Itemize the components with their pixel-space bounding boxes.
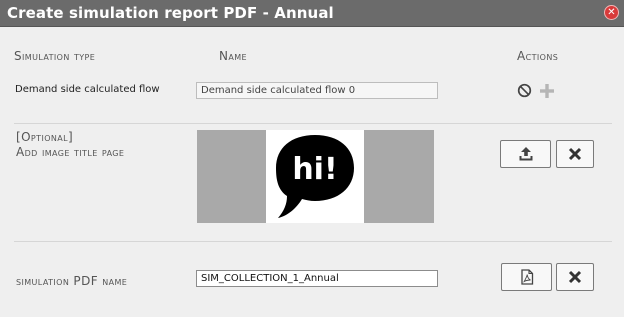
speech-bubble-image: hi! — [276, 135, 354, 218]
file-pdf-icon — [520, 269, 533, 285]
add-image-label: Add image title page — [16, 145, 125, 159]
generate-pdf-button[interactable] — [501, 263, 552, 291]
close-icon: ✕ — [607, 6, 616, 18]
upload-image-button[interactable] — [500, 140, 551, 168]
upload-icon — [519, 147, 532, 161]
ban-icon[interactable] — [517, 83, 532, 98]
optional-label: [Optional] — [16, 130, 74, 144]
times-icon — [568, 147, 582, 161]
image-preview: hi! — [197, 130, 434, 223]
header-simulation-type: Simulation type — [14, 49, 96, 63]
header-actions: Actions — [517, 49, 559, 63]
pdf-name-label: simulation PDF name — [16, 274, 128, 288]
close-button[interactable]: ✕ — [604, 5, 619, 20]
plus-icon[interactable] — [539, 83, 555, 99]
preview-image: hi! — [266, 130, 364, 223]
divider — [14, 123, 612, 124]
dialog-body: Simulation type Name Actions Demand side… — [0, 27, 624, 317]
simulation-type-label: Demand side calculated flow — [15, 84, 160, 95]
simulation-name-input[interactable] — [196, 82, 438, 99]
pdf-name-input[interactable] — [196, 270, 438, 287]
dialog-titlebar: Create simulation report PDF - Annual ✕ — [0, 0, 624, 27]
header-name: Name — [219, 49, 248, 63]
image-title-page-label: [Optional] Add image title page — [16, 130, 124, 160]
preview-text: hi! — [292, 152, 337, 187]
times-icon — [568, 270, 582, 284]
remove-pdf-button[interactable] — [556, 263, 594, 291]
remove-image-button[interactable] — [556, 140, 594, 168]
dialog-title: Create simulation report PDF - Annual — [7, 4, 334, 22]
divider — [14, 241, 612, 242]
